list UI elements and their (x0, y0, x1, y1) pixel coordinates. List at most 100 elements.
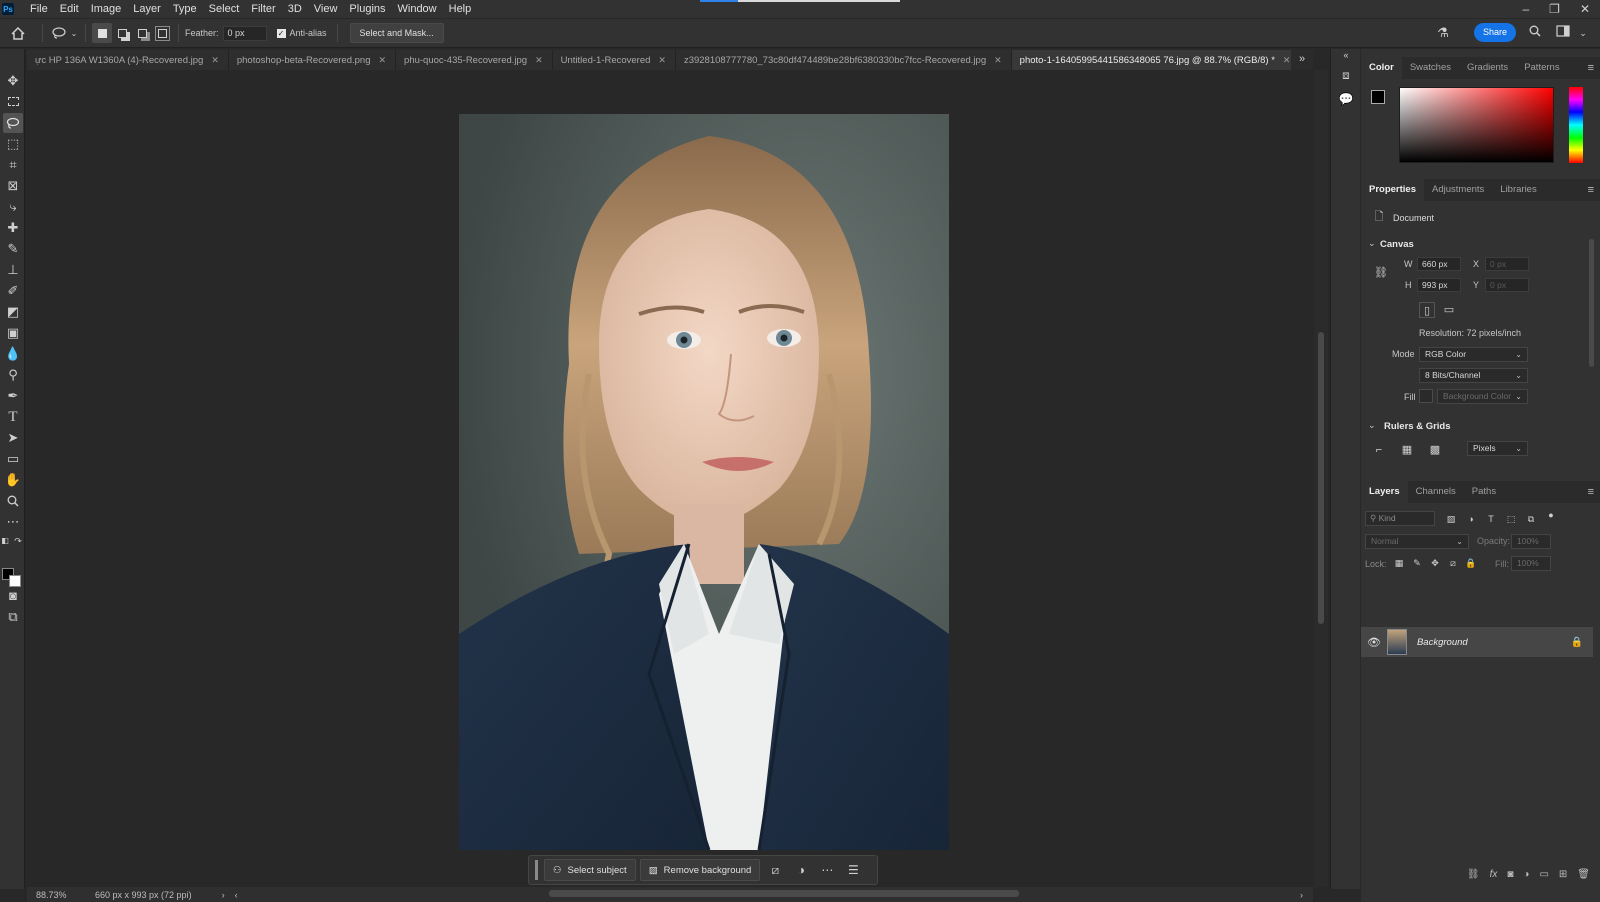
lock-pixels-icon[interactable]: ✎ (1409, 555, 1425, 571)
scroll-right-icon[interactable]: › (1300, 890, 1303, 900)
panel-menu-icon[interactable]: ≡ (1588, 179, 1594, 201)
chevron-down-icon[interactable]: ⌄ (1368, 420, 1376, 431)
lock-all-icon[interactable]: 🔒 (1463, 555, 1479, 571)
horizontal-scrollbar[interactable] (549, 890, 1019, 897)
height-input[interactable]: 993 px (1417, 278, 1461, 292)
document-tab[interactable]: Untitled-1-Recovered ✕ (552, 50, 676, 70)
brush-tool-icon[interactable]: ✎ (3, 239, 23, 259)
menu-layer[interactable]: Layer (127, 0, 167, 18)
pen-tool-icon[interactable]: ✒ (3, 386, 23, 406)
minimize-icon[interactable]: – (1522, 2, 1529, 16)
swap-colors-icon[interactable]: ↷ (13, 536, 23, 546)
x-input[interactable]: 0 px (1485, 257, 1529, 271)
select-and-mask-button[interactable]: Select and Mask... (349, 23, 444, 43)
zoom-level[interactable]: 88.73% (36, 890, 95, 900)
history-brush-tool-icon[interactable]: ✐ (3, 281, 23, 301)
tab-properties[interactable]: Properties (1361, 179, 1424, 201)
document-tab[interactable]: ực HP 136A W1360A (4)-Recovered.jpg ✕ (27, 50, 229, 70)
filter-smart-object-icon[interactable]: ⧉ (1523, 511, 1539, 527)
menu-type[interactable]: Type (167, 0, 203, 18)
rulers-icon[interactable]: ⌐ (1371, 442, 1387, 458)
units-dropdown[interactable]: Pixels ⌄ (1467, 441, 1528, 456)
healing-brush-tool-icon[interactable]: ✚ (3, 218, 23, 238)
blur-tool-icon[interactable]: 💧 (3, 344, 23, 364)
filter-shape-icon[interactable]: ⬚ (1503, 511, 1519, 527)
quick-mask-icon[interactable]: ◙ (3, 586, 23, 606)
gradient-tool-icon[interactable]: ▣ (3, 323, 23, 343)
width-input[interactable]: 660 px (1417, 257, 1461, 271)
filter-adjustment-icon[interactable]: ◑ (1463, 511, 1479, 527)
menu-edit[interactable]: Edit (54, 0, 85, 18)
new-layer-icon[interactable]: ⊞ (1559, 869, 1567, 880)
eye-icon[interactable]: 👁 (1367, 636, 1381, 649)
settings-sliders-icon[interactable]: ☰ (842, 859, 864, 881)
document-tab[interactable]: z3928108777780_73c80df474489be28bf638033… (675, 50, 1012, 70)
fill-color-swatch[interactable] (1419, 389, 1433, 403)
tab-overflow-icon[interactable]: » (1291, 49, 1313, 70)
close-icon[interactable]: ✕ (211, 55, 219, 66)
document-info[interactable]: 660 px x 993 px (72 ppi) (95, 890, 192, 900)
collapse-icon[interactable]: « (1336, 45, 1356, 65)
fx-icon[interactable]: fx (1490, 869, 1498, 880)
chevron-right-icon[interactable]: › (222, 890, 225, 900)
tab-layers[interactable]: Layers (1361, 481, 1408, 503)
mode-dropdown[interactable]: RGB Color ⌄ (1419, 347, 1528, 362)
guides-icon[interactable]: ▩ (1427, 442, 1443, 458)
close-icon[interactable]: ✕ (994, 55, 1002, 66)
lock-artboard-icon[interactable]: ⧄ (1445, 555, 1461, 571)
comments-icon[interactable]: 💬 (1336, 89, 1356, 109)
transform-icon[interactable]: ⧄ (764, 859, 786, 881)
drag-handle[interactable] (535, 860, 538, 880)
adjustment-layer-icon[interactable]: ◑ (1523, 869, 1529, 880)
lasso-tool-icon[interactable] (49, 23, 69, 43)
opacity-input[interactable]: 100% (1511, 534, 1551, 549)
beaker-icon[interactable]: ⚗ (1434, 23, 1452, 43)
tab-adjustments[interactable]: Adjustments (1424, 179, 1492, 201)
menu-image[interactable]: Image (85, 0, 128, 18)
move-tool-icon[interactable]: ✥ (3, 71, 23, 91)
chevron-down-icon[interactable]: ⌄ (69, 23, 79, 43)
dodge-tool-icon[interactable]: ⚲ (3, 365, 23, 385)
panel-menu-icon[interactable]: ≡ (1588, 481, 1594, 503)
menu-filter[interactable]: Filter (245, 0, 281, 18)
portrait-orientation-icon[interactable]: ▯ (1419, 302, 1435, 318)
panel-menu-icon[interactable]: ≡ (1588, 57, 1594, 79)
trash-icon[interactable]: 🗑 (1577, 869, 1590, 880)
landscape-orientation-icon[interactable]: ▭ (1441, 302, 1457, 318)
add-mask-icon[interactable]: ◙ (1507, 869, 1513, 880)
menu-3d[interactable]: 3D (282, 0, 308, 18)
properties-scrollbar[interactable] (1589, 239, 1594, 367)
screen-mode-icon[interactable]: ⧉ (3, 607, 23, 627)
layer-row[interactable]: 👁 Background 🔒 (1361, 627, 1593, 657)
new-group-icon[interactable]: ▭ (1539, 869, 1548, 880)
hand-tool-icon[interactable]: ✋ (3, 470, 23, 490)
layer-kind-filter[interactable]: ⚲ Kind (1365, 511, 1435, 526)
eraser-tool-icon[interactable]: ◩ (3, 302, 23, 322)
antialias-checkbox[interactable]: ✓ (276, 28, 286, 38)
link-layers-icon[interactable]: ⛓ (1467, 869, 1480, 880)
document-photo[interactable] (459, 114, 949, 850)
subtract-selection-icon[interactable] (132, 23, 152, 43)
select-subject-button[interactable]: ⚇ Select subject (544, 859, 636, 881)
menu-file[interactable]: File (24, 0, 54, 18)
tab-channels[interactable]: Channels (1408, 481, 1464, 503)
frame-tool-icon[interactable]: ⊠ (3, 176, 23, 196)
bit-depth-dropdown[interactable]: 8 Bits/Channel ⌄ (1419, 368, 1528, 383)
fill-dropdown[interactable]: Background Color ⌄ (1437, 389, 1528, 404)
canvas-heading[interactable]: Canvas (1380, 239, 1414, 250)
menu-window[interactable]: Window (392, 0, 443, 18)
document-tab[interactable]: phu-quoc-435-Recovered.jpg ✕ (396, 50, 553, 70)
scrollbar-thumb[interactable] (1318, 332, 1324, 624)
add-to-selection-icon[interactable] (112, 23, 132, 43)
object-selection-tool-icon[interactable]: ⬚ (3, 134, 23, 154)
document-tab-active[interactable]: photo-1-16405995441586348065 76.jpg @ 88… (1011, 50, 1301, 70)
share-button[interactable]: Share (1474, 23, 1516, 42)
remove-background-button[interactable]: ▨ Remove background (639, 859, 761, 881)
intersect-selection-icon[interactable] (152, 23, 172, 43)
close-icon[interactable]: ✕ (535, 55, 543, 66)
canvas-area[interactable] (27, 70, 1313, 887)
adjustment-icon[interactable]: ◑ (790, 859, 812, 881)
more-tools-icon[interactable]: ⋯ (3, 512, 23, 532)
new-selection-icon[interactable] (92, 23, 112, 43)
lock-position-icon[interactable]: ✥ (1427, 555, 1443, 571)
